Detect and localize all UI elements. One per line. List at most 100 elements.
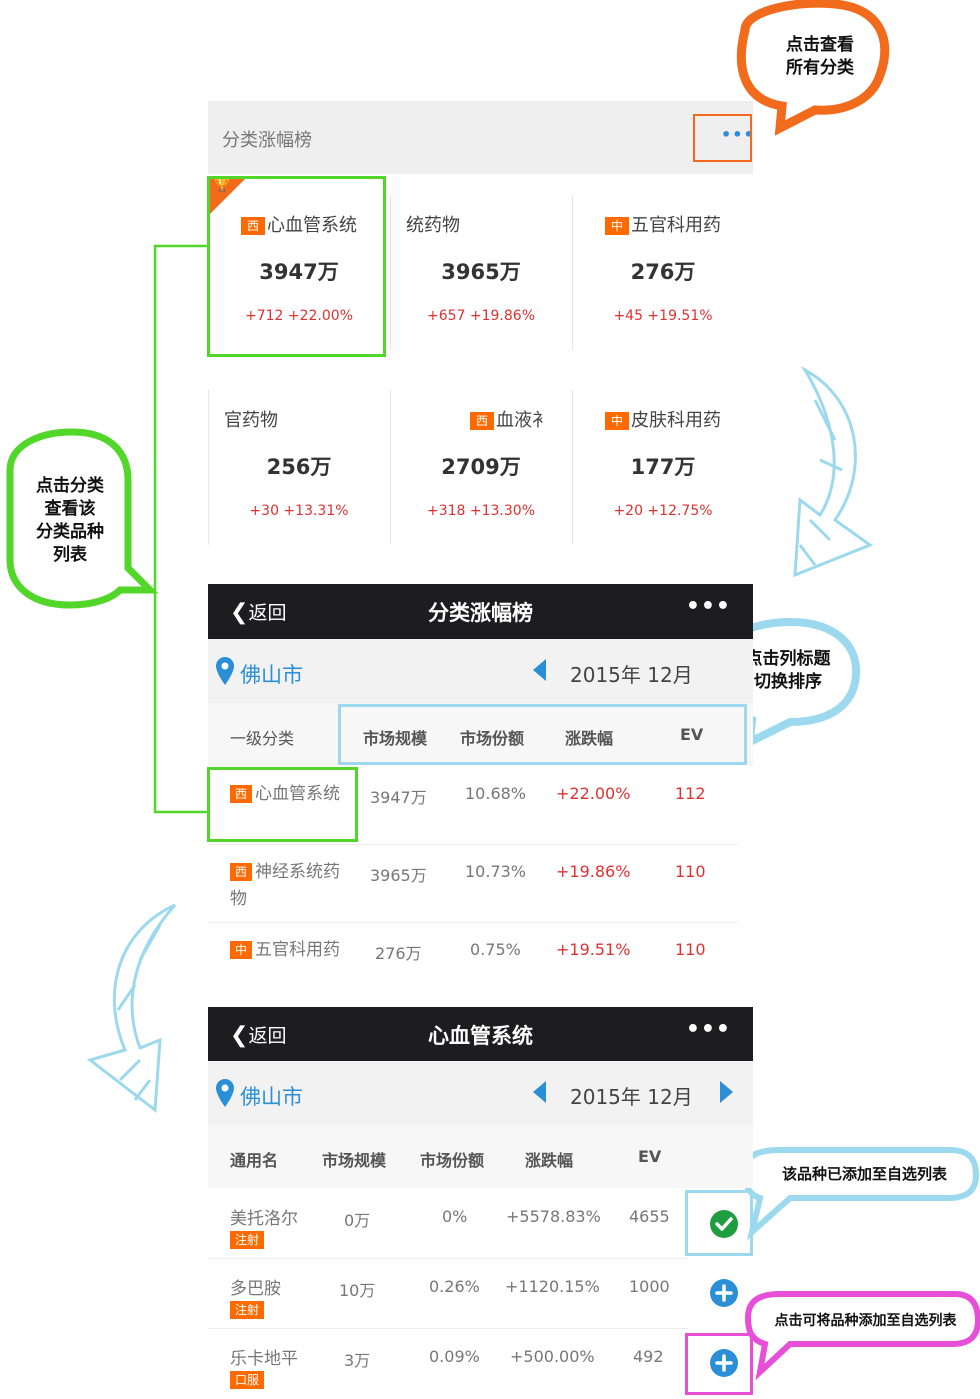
- market-size-cell: 3947万: [370, 788, 427, 807]
- table-row[interactable]: 西神经系统药物 3965万 10.73% +19.86% 110: [208, 844, 738, 923]
- prev-month-button[interactable]: [533, 659, 546, 681]
- col-header-ev[interactable]: EV: [638, 1147, 661, 1166]
- card-divider: [572, 390, 573, 545]
- col-header-market-size[interactable]: 市场规模: [322, 1147, 386, 1171]
- added-highlight: [685, 1190, 753, 1256]
- callout-line: 分类品种: [36, 522, 104, 542]
- nav-bar: ❮返回 分类涨幅榜 •••: [208, 584, 753, 639]
- category-value: 3965万: [441, 260, 521, 284]
- location-pin-icon: [216, 657, 234, 685]
- table-header: 通用名 市场规模 市场份额 涨跌幅 EV: [208, 1125, 753, 1188]
- callout-line: 所有分类: [786, 58, 854, 78]
- change-cell: +22.00%: [556, 784, 631, 803]
- category-card[interactable]: 官药物 256万 +30 +13.31%: [208, 373, 390, 543]
- category-value: 276万: [630, 260, 696, 284]
- dosage-form-tag: 注射: [230, 1301, 265, 1319]
- ev-cell: 4655: [629, 1207, 670, 1226]
- market-share-cell: 10.73%: [465, 862, 527, 881]
- drug-name: 多巴胺: [230, 1279, 281, 1299]
- category-name: 官药物: [224, 410, 278, 431]
- table-row[interactable]: 中五官科用药 276万 0.75% +19.51% 110: [208, 922, 738, 1000]
- ev-cell: 110: [675, 940, 706, 959]
- callout-line: 列表: [53, 545, 87, 565]
- change-cell: +19.51%: [556, 940, 631, 959]
- city-selector[interactable]: 佛山市: [240, 1081, 303, 1111]
- header-highlight: [338, 704, 747, 765]
- add-highlight: [685, 1333, 753, 1395]
- category-cell: 中五官科用药: [230, 937, 350, 964]
- selected-row-highlight: [207, 767, 358, 842]
- category-value: 177万: [630, 455, 696, 479]
- prev-month-button[interactable]: [533, 1081, 546, 1103]
- table-row[interactable]: 美托洛尔 注射 0万 0% +5578.83% 4655: [208, 1189, 688, 1259]
- tag-western: 西: [230, 863, 253, 881]
- swirl-arrow-right: [793, 366, 874, 578]
- card-divider: [572, 195, 573, 350]
- market-share-cell: 0.75%: [470, 940, 521, 959]
- category-name: 中五官科用药: [572, 211, 754, 237]
- more-highlight: [693, 114, 752, 162]
- market-size-cell: 276万: [375, 944, 422, 963]
- location-bar: 佛山市 2015年 12月: [208, 1061, 753, 1125]
- tag-chinese: 中: [230, 941, 253, 959]
- ev-cell: 110: [675, 862, 706, 881]
- month-label: 2015年 12月: [570, 1085, 693, 1109]
- col-header-category[interactable]: 一级分类: [230, 725, 294, 749]
- market-share-cell: 10.68%: [465, 784, 527, 803]
- callout-added: 该品种已添加至自选列表: [781, 1165, 947, 1183]
- dosage-form-tag: 注射: [230, 1231, 265, 1249]
- next-month-button[interactable]: [720, 1081, 733, 1103]
- category-card[interactable]: 中五官科用药 276万 +45 +19.51%: [572, 178, 754, 348]
- magenta-add-bubble: [744, 1291, 980, 1381]
- change-cell: +19.86%: [556, 862, 631, 881]
- month-label: 2015年 12月: [570, 663, 693, 687]
- category-card[interactable]: 统药物 3965万 +657 +19.86%: [390, 178, 572, 348]
- col-header-change[interactable]: 涨跌幅: [525, 1147, 573, 1171]
- callout-all-categories: 点击查看 所有分类: [770, 34, 870, 80]
- category-card[interactable]: 西血液衤 2709万 +318 +13.30%: [390, 373, 572, 543]
- col-header-generic-name[interactable]: 通用名: [230, 1147, 278, 1171]
- dosage-form-tag: 口服: [230, 1371, 265, 1389]
- change-cell: +5578.83%: [506, 1207, 601, 1226]
- callout-line: 点击分类: [36, 476, 104, 496]
- market-share-cell: 0.26%: [429, 1277, 480, 1296]
- callout-line: 查看该: [44, 499, 96, 519]
- table-row[interactable]: 乐卡地平 口服 3万 0.09% +500.00% 492: [208, 1329, 688, 1398]
- category-name: 中皮肤科用药: [572, 406, 754, 432]
- category-name-text: 血液衤: [496, 410, 551, 431]
- callout-category-list: 点击分类 查看该 分类品种 列表: [12, 475, 128, 567]
- category-change: +30 +13.31%: [249, 503, 349, 519]
- market-share-cell: 0%: [442, 1207, 468, 1226]
- more-menu-button[interactable]: •••: [686, 1017, 731, 1042]
- card-divider: [390, 390, 391, 545]
- market-size-cell: 3965万: [370, 866, 427, 885]
- market-size-cell: 10万: [339, 1281, 376, 1300]
- table-row[interactable]: 多巴胺 注射 10万 0.26% +1120.15% 1000: [208, 1259, 688, 1329]
- category-name: 统药物: [406, 215, 460, 236]
- drug-name: 美托洛尔: [230, 1209, 298, 1229]
- nav-title: 心血管系统: [428, 1024, 533, 1048]
- tag-chinese: 中: [604, 412, 629, 430]
- callout-add: 点击可将品种添加至自选列表: [774, 1313, 957, 1329]
- location-bar: 佛山市 2015年 12月: [208, 639, 753, 703]
- category-change: +657 +19.86%: [426, 308, 535, 324]
- nav-bar: ❮返回 心血管系统 •••: [208, 1007, 753, 1061]
- market-share-cell: 0.09%: [429, 1347, 480, 1366]
- category-change: +45 +19.51%: [613, 308, 713, 324]
- category-value: 2709万: [441, 455, 521, 479]
- selected-card-highlight: [207, 176, 386, 357]
- swirl-arrow-left: [86, 903, 177, 1113]
- market-size-cell: 3万: [344, 1351, 371, 1370]
- city-selector[interactable]: 佛山市: [240, 659, 303, 689]
- page-title: 分类涨幅榜: [222, 130, 312, 151]
- add-circle-icon[interactable]: [709, 1278, 739, 1308]
- callout-line: 点击查看: [786, 35, 854, 55]
- change-cell: +500.00%: [510, 1347, 595, 1366]
- category-card[interactable]: 中皮肤科用药 177万 +20 +12.75%: [572, 373, 754, 543]
- ev-cell: 112: [675, 784, 706, 803]
- category-change: +318 +13.30%: [426, 503, 535, 519]
- more-menu-button[interactable]: •••: [686, 594, 731, 619]
- category-name-text: 皮肤科用药: [631, 410, 721, 431]
- col-header-market-share[interactable]: 市场份额: [420, 1147, 484, 1171]
- category-name-text: 五官科用药: [631, 215, 721, 236]
